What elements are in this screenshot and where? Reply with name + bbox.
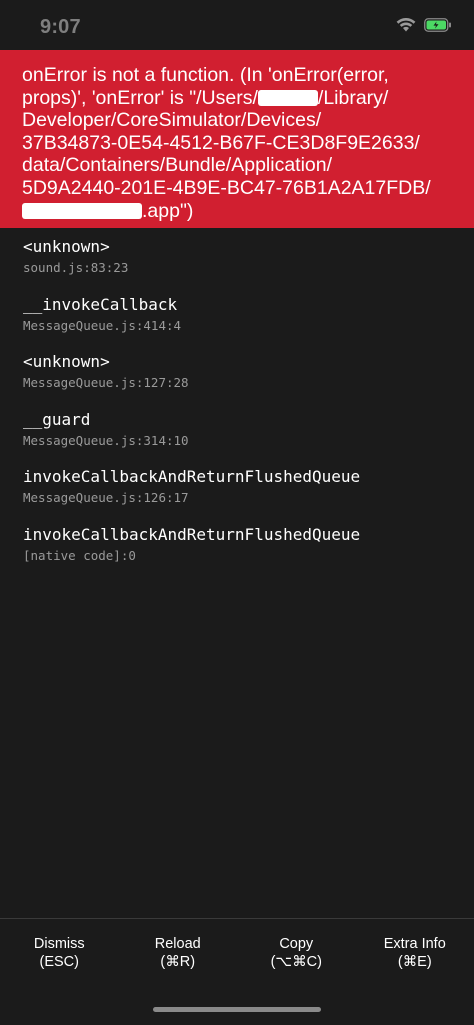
frame-location: sound.js:83:23: [23, 260, 129, 275]
reload-label: Reload: [154, 936, 201, 952]
stack-frame[interactable]: <unknown> sound.js:83:23: [23, 236, 464, 294]
stack-frame[interactable]: invokeCallbackAndReturnFlushedQueue Mess…: [23, 466, 464, 524]
wifi-icon: [396, 18, 416, 32]
reload-button[interactable]: Reload (⌘R): [119, 935, 238, 971]
copy-button[interactable]: Copy (⌥⌘C): [237, 935, 356, 971]
error-line-3: Developer/CoreSimulator/Devices/: [22, 109, 322, 132]
error-banner: onError is not a function. (In 'onError(…: [0, 50, 474, 228]
battery-icon: [424, 18, 452, 32]
redacted-username: [257, 89, 318, 106]
dismiss-button[interactable]: Dismiss (ESC): [0, 935, 119, 971]
frame-method: invokeCallbackAndReturnFlushedQueue: [23, 524, 361, 544]
error-line-1: onError is not a function. (In 'onError(…: [22, 64, 389, 86]
error-line-5: data/Containers/Bundle/Application/: [22, 154, 333, 177]
frame-location: MessageQueue.js:126:17: [23, 490, 189, 505]
extra-info-button[interactable]: Extra Info (⌘E): [356, 935, 474, 971]
stack-frame[interactable]: <unknown> MessageQueue.js:127:28: [23, 351, 464, 409]
frame-method: <unknown>: [23, 237, 110, 256]
error-line-4: 37B34873-0E54-4512-B67F-CE3D8F9E2633/: [22, 131, 420, 154]
dismiss-shortcut: (ESC): [39, 954, 79, 970]
extra-info-label: Extra Info: [383, 936, 446, 952]
frame-method: invokeCallbackAndReturnFlushedQueue: [23, 467, 361, 486]
frame-method: <unknown>: [23, 352, 110, 371]
home-indicator[interactable]: [153, 1007, 321, 1012]
status-bar: 9:07: [0, 0, 474, 50]
stack-frame[interactable]: __guard MessageQueue.js:314:10: [23, 409, 464, 467]
error-line-2b: /Library/: [317, 86, 389, 109]
stack-frame[interactable]: __invokeCallback MessageQueue.js:414:4: [23, 294, 464, 352]
frame-method: __invokeCallback: [23, 294, 178, 314]
stack-frame[interactable]: invokeCallbackAndReturnFlushedQueue [nat…: [23, 524, 464, 582]
copy-label: Copy: [279, 936, 314, 952]
frame-location: [native code]:0: [23, 547, 136, 563]
frame-location: MessageQueue.js:414:4: [23, 317, 182, 333]
status-time: 9:07: [40, 16, 81, 38]
reload-shortcut: (⌘R): [160, 954, 196, 970]
dismiss-label: Dismiss: [33, 936, 85, 952]
stack-trace[interactable]: <unknown> sound.js:83:23 __invokeCallbac…: [23, 236, 464, 581]
frame-location: MessageQueue.js:127:28: [23, 375, 189, 390]
error-line-2a: props)', 'onError' is "/Users/: [22, 86, 258, 109]
frame-location: MessageQueue.js:314:10: [23, 432, 189, 448]
extra-info-shortcut: (⌘E): [397, 954, 432, 970]
copy-shortcut: (⌥⌘C): [270, 954, 322, 970]
error-message: onError is not a function. (In 'onError(…: [22, 64, 454, 222]
redacted-app-name: [22, 202, 142, 219]
frame-method: __guard: [23, 409, 91, 429]
error-line-7: .app"): [142, 199, 194, 222]
redbox-screen: 9:07 onError is not a function. (In 'onE…: [0, 0, 474, 1025]
status-icons: [396, 18, 452, 32]
error-line-6: 5D9A2440-201E-4B9E-BC47-76B1A2A17FDB/: [22, 176, 431, 199]
